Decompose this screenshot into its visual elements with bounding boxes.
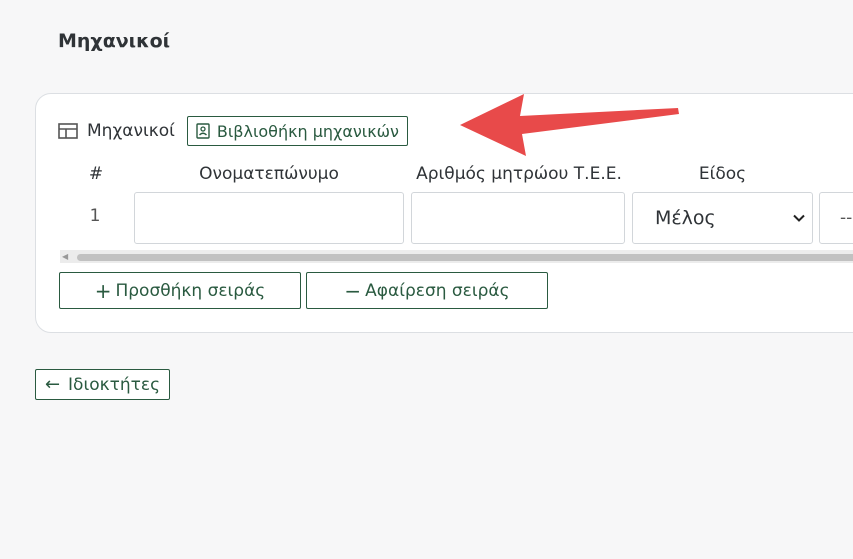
page-title: Μηχανικοί [58,30,171,52]
section-label: Μηχανικοί [87,121,175,141]
column-header-index: # [88,164,104,184]
engineers-library-button[interactable]: Βιβλιοθήκη μηχανικών [186,116,408,146]
scroll-left-icon[interactable]: ◀ [62,252,68,261]
remove-row-button[interactable]: − Αφαίρεση σειράς [306,272,548,309]
extra-select[interactable]: -- [819,192,853,244]
remove-row-label: Αφαίρεση σειράς [365,280,510,301]
column-header-tee-number: Αριθμός μητρώου Τ.Ε.Ε. [416,164,622,184]
table-icon [58,123,78,139]
arrow-left-icon: ← [44,374,61,395]
back-to-owners-button[interactable]: ← Ιδιοκτήτες [35,369,170,400]
type-select-value: Μέλος [655,207,716,229]
add-row-label: Προσθήκη σειράς [115,280,266,301]
library-button-label: Βιβλιοθήκη μηχανικών [216,121,399,141]
plus-icon: + [94,278,112,303]
back-button-label: Ιδιοκτήτες [68,374,161,395]
column-header-name: Ονοματεπώνυμο [199,164,339,184]
type-select[interactable]: Μέλος [632,192,813,244]
scrollbar-thumb[interactable] [77,254,853,261]
contact-card-icon [196,123,210,139]
annotation-arrow [460,94,679,156]
tee-number-input[interactable] [411,192,625,244]
column-header-type: Είδος [698,164,747,184]
horizontal-scrollbar[interactable]: ◀ [60,250,853,263]
row-index: 1 [89,206,101,226]
chevron-down-icon [793,214,805,222]
section-header: Μηχανικοί Βιβλιοθήκη μηχανικών [58,116,408,146]
minus-icon: − [344,278,362,303]
add-row-button[interactable]: + Προσθήκη σειράς [59,272,301,309]
name-input[interactable] [134,192,404,244]
